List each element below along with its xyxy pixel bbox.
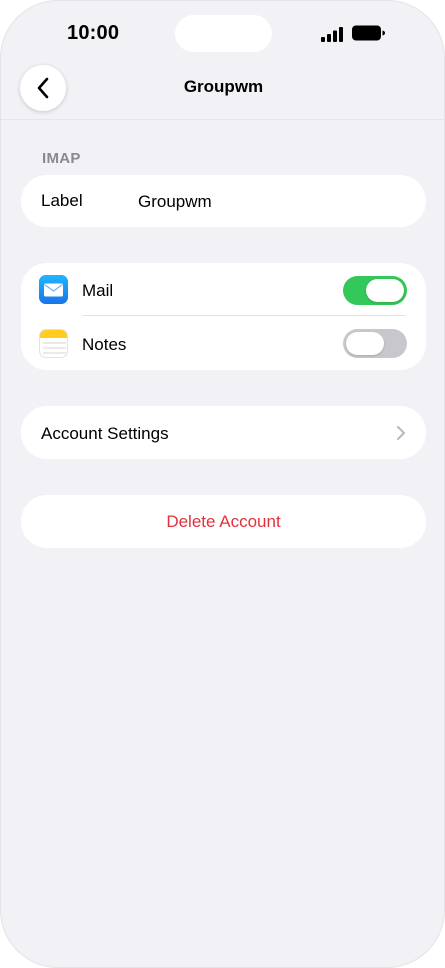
notes-label: Notes (82, 335, 127, 354)
mail-label: Mail (82, 281, 114, 300)
signal-icon (321, 27, 343, 42)
list-item-notes: Notes (21, 316, 426, 370)
battery-icon (352, 25, 385, 41)
notes-toggle[interactable] (343, 329, 407, 358)
notes-icon (39, 329, 68, 358)
delete-account-button[interactable]: Delete Account (21, 495, 426, 548)
list-item-mail: Mail (21, 263, 426, 316)
section-header-imap: IMAP (42, 150, 81, 167)
page-title: Groupwm (183, 77, 264, 96)
mail-icon (39, 275, 68, 304)
account-settings-button[interactable]: Account Settings (21, 406, 426, 459)
label-field-value[interactable]: Groupwm (138, 192, 212, 212)
apps-card: Mail Notes (21, 263, 426, 370)
navigation-bar: Groupwm (1, 61, 444, 120)
label-card: Label Groupwm (21, 175, 426, 227)
phone-screen: 10:00 Groupwm IMAP Label Groupwm Mail No… (0, 0, 445, 968)
label-field-label: Label (41, 191, 83, 210)
status-time: 10:00 (67, 22, 120, 44)
account-settings-label: Account Settings (41, 424, 169, 443)
chevron-right-icon (397, 426, 405, 440)
dynamic-island (175, 15, 272, 52)
mail-toggle[interactable] (343, 276, 407, 305)
delete-account-label: Delete Account (166, 512, 281, 531)
